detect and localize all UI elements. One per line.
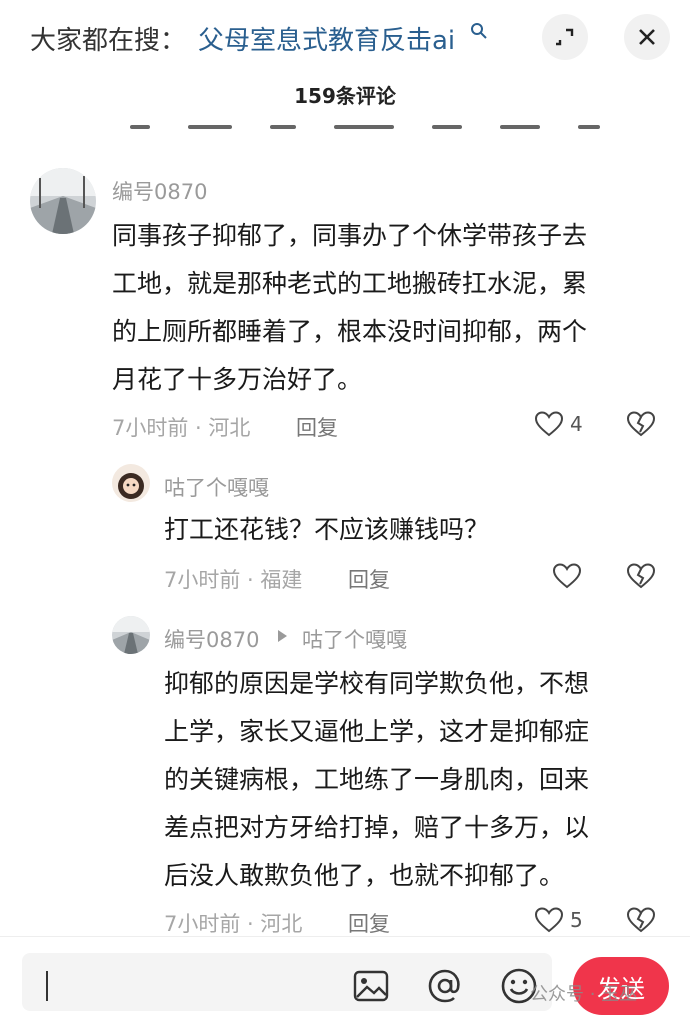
heart-icon xyxy=(534,411,564,437)
comment-line: 抑郁的原因是学校有同学欺负他，不想 xyxy=(164,669,590,698)
text-caret xyxy=(46,971,48,1001)
reply-button[interactable]: 回复 xyxy=(348,564,390,594)
mention-icon[interactable] xyxy=(426,967,464,1005)
reply-button[interactable]: 回复 xyxy=(348,908,390,938)
search-suggestion-link[interactable]: 父母室息式教育反击ai xyxy=(198,20,455,57)
comment-username[interactable]: 编号0870 xyxy=(164,624,259,654)
comment-text: 抑郁的原因是学校有同学欺负他，不想 上学，家长又逼他上学，这才是抑郁症 的关键病… xyxy=(164,660,664,900)
comment-line: 后没人敢欺负他了，也就不抑郁了。 xyxy=(164,861,565,890)
comment-line: 打工还花钱？不应该赚钱吗？ xyxy=(164,515,490,544)
top-bar: 大家都在搜： 父母室息式教育反击ai xyxy=(0,0,690,78)
heart-icon xyxy=(552,563,582,589)
close-button[interactable] xyxy=(624,14,670,60)
like-button[interactable]: 4 xyxy=(534,410,583,438)
reply-to-username[interactable]: 咕了个嘎嘎 xyxy=(302,624,407,654)
avatar[interactable] xyxy=(30,168,96,234)
like-count: 5 xyxy=(570,908,583,932)
search-icon[interactable] xyxy=(470,22,488,40)
avatar[interactable] xyxy=(112,616,150,654)
comment-meta: 7小时前 · 福建 xyxy=(164,568,303,592)
comment-line: 差点把对方牙给打掉，赔了十多万，以 xyxy=(164,813,590,842)
comment-line: 上学，家长又逼他上学，这才是抑郁症 xyxy=(164,717,590,746)
broken-heart-icon[interactable] xyxy=(626,410,656,438)
comment-line: 的上厕所都睡着了，根本没时间抑郁，两个 xyxy=(112,317,588,346)
previous-comment-edge xyxy=(130,125,650,135)
comment-line: 工地，就是那种老式的工地搬砖扛水泥，累 xyxy=(112,269,588,298)
search-suggestion-label: 大家都在搜： xyxy=(30,26,187,56)
broken-heart-icon[interactable] xyxy=(626,562,656,590)
image-icon[interactable] xyxy=(352,967,390,1005)
comment-input[interactable] xyxy=(22,953,552,1011)
comment-username[interactable]: 编号0870 xyxy=(112,176,207,206)
comment-meta: 7小时前 · 河北 xyxy=(112,416,251,440)
comment-text: 打工还花钱？不应该赚钱吗？ xyxy=(164,506,664,554)
like-button[interactable] xyxy=(552,562,588,590)
comment-count: 159条评论 xyxy=(294,84,396,108)
expand-icon xyxy=(556,28,574,46)
comment-line: 月花了十多万治好了。 xyxy=(112,365,363,394)
broken-heart-icon[interactable] xyxy=(626,906,656,934)
reply-button[interactable]: 回复 xyxy=(296,412,338,442)
comment-username[interactable]: 咕了个嘎嘎 xyxy=(164,472,269,502)
heart-icon xyxy=(534,907,564,933)
comment-text: 同事孩子抑郁了，同事办了个休学带孩子去 工地，就是那种老式的工地搬砖扛水泥，累 … xyxy=(112,212,672,404)
avatar[interactable] xyxy=(112,464,150,502)
expand-button[interactable] xyxy=(542,14,588,60)
comment-meta: 7小时前 · 河北 xyxy=(164,912,303,936)
reply-arrow-icon xyxy=(278,630,287,642)
comment-line: 的关键病根，工地练了一身肌肉，回来 xyxy=(164,765,590,794)
comment-line: 同事孩子抑郁了，同事办了个休学带孩子去 xyxy=(112,221,588,250)
watermark: 公众号 · 玉巫 xyxy=(530,984,638,1005)
like-button[interactable]: 5 xyxy=(534,906,583,934)
like-count: 4 xyxy=(570,412,583,436)
close-icon xyxy=(639,29,655,45)
